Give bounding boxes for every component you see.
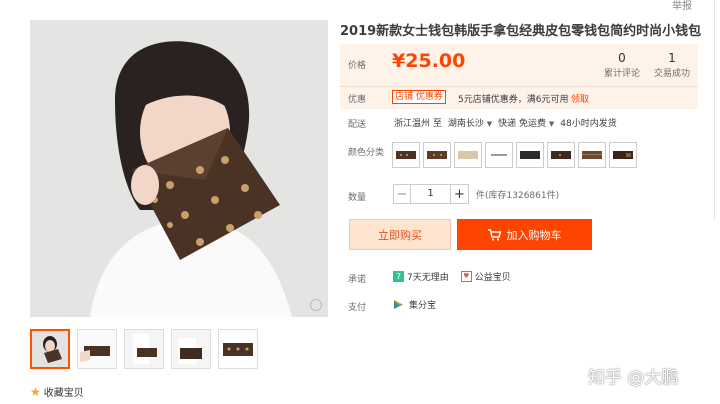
thumbnail-5[interactable] xyxy=(218,329,258,369)
star-icon: ★ xyxy=(30,384,41,399)
quantity-input[interactable]: 1 xyxy=(411,184,451,204)
review-count-label: 累计评论 xyxy=(603,69,640,79)
shipping-label: 配送 xyxy=(348,120,367,130)
charity-label[interactable]: 公益宝贝 xyxy=(475,270,511,283)
quantity-minus-button[interactable]: − xyxy=(393,184,411,204)
chevron-down-icon: ▼ xyxy=(486,120,493,128)
ship-method-selector[interactable]: 快递 免运费 ▼ xyxy=(498,116,554,129)
thumb-model-wallet-icon xyxy=(125,330,163,368)
thumbnail-2[interactable] xyxy=(77,329,117,369)
thumbnail-strip xyxy=(30,329,258,369)
coupon-badge: 店铺 优惠券 xyxy=(392,90,446,104)
review-count-number: 0 xyxy=(618,51,626,65)
page-divider xyxy=(714,0,720,220)
color-swatch-8[interactable] xyxy=(609,142,637,168)
wallet-black-icon xyxy=(520,151,540,159)
charity-heart-icon: ♥ xyxy=(460,271,472,282)
ship-from: 浙江温州 至 xyxy=(394,119,442,129)
favorite-button[interactable]: ★ 收藏宝贝 xyxy=(30,384,84,400)
seven-day-return[interactable]: 7天无理由 xyxy=(407,270,449,283)
cart-icon xyxy=(487,228,501,241)
add-to-cart-button[interactable]: 加入购物车 xyxy=(457,219,592,250)
payment-info: 集分宝 xyxy=(393,298,436,311)
stock-text: 件(库存1326861件) xyxy=(476,191,560,201)
ship-eta: 48小时内发货 xyxy=(560,119,617,129)
wallet-brown-icon xyxy=(427,151,447,159)
ship-method: 快递 免运费 xyxy=(498,119,547,129)
report-link[interactable]: 举报 xyxy=(672,0,692,12)
color-swatch-6[interactable] xyxy=(547,142,575,168)
color-swatch-1[interactable] xyxy=(392,142,420,168)
color-swatch-7[interactable] xyxy=(578,142,606,168)
thumbnail-4[interactable] xyxy=(171,329,211,369)
promo-label: 优惠 xyxy=(348,95,367,105)
payment-label: 支付 xyxy=(348,303,367,313)
review-count[interactable]: 0 累计评论 xyxy=(602,51,642,79)
thumb-hand-wallet-icon xyxy=(78,330,116,368)
jifenbao-icon xyxy=(394,300,403,309)
color-swatch-5[interactable] xyxy=(516,142,544,168)
quantity-stepper: − 1 + xyxy=(393,184,469,204)
promo-text: 5元店铺优惠券，满6元可用 xyxy=(458,95,569,105)
price-divider xyxy=(340,86,698,87)
buy-now-button[interactable]: 立即购买 xyxy=(349,219,451,250)
promise-label: 承诺 xyxy=(348,275,367,285)
watermark-text: 知乎 @大鹏 xyxy=(588,368,679,388)
ship-to-selector[interactable]: 湖南长沙 ▼ xyxy=(448,116,492,129)
seven-day-icon: 7 xyxy=(393,271,404,282)
price-label: 价格 xyxy=(348,61,367,71)
color-label: 颜色分类 xyxy=(348,148,385,158)
color-swatch-3[interactable] xyxy=(454,142,482,168)
price-panel: 价格 ¥25.00 0 累计评论 1 交易成功 优惠 店铺 优惠券 5元店铺优惠… xyxy=(340,44,698,109)
color-swatch-2[interactable] xyxy=(423,142,451,168)
add-to-cart-label: 加入购物车 xyxy=(506,228,562,242)
favorite-label: 收藏宝贝 xyxy=(43,388,84,399)
product-title: 2019新款女士钱包韩版手拿包经典皮包零钱包简约时尚小钱包 xyxy=(340,24,702,39)
wallet-white-icon xyxy=(491,154,507,156)
chevron-down-icon: ▼ xyxy=(548,120,555,128)
sales-count: 1 交易成功 xyxy=(652,51,692,79)
thumb-model-icon xyxy=(32,331,68,367)
product-photo-icon xyxy=(30,20,328,317)
color-swatches xyxy=(392,142,637,168)
quantity-label: 数量 xyxy=(348,193,367,203)
wallet-check-icon xyxy=(582,151,602,159)
thumbnail-3[interactable] xyxy=(124,329,164,369)
wallet-darkbrown-icon xyxy=(613,151,633,159)
thumb-wallet-icon xyxy=(219,330,257,368)
wallet-brown-icon xyxy=(396,151,416,159)
shipping-info: 浙江温州 至 湖南长沙 ▼ 快递 免运费 ▼ 48小时内发货 xyxy=(394,116,617,129)
zoom-icon[interactable] xyxy=(310,299,322,311)
wallet-brown-icon xyxy=(551,151,571,159)
thumbnail-1[interactable] xyxy=(30,329,70,369)
color-swatch-4[interactable] xyxy=(485,142,513,168)
main-product-image[interactable] xyxy=(30,20,328,317)
get-coupon-link[interactable]: 领取 xyxy=(571,92,589,105)
payment-method[interactable]: 集分宝 xyxy=(409,298,436,311)
buy-now-label: 立即购买 xyxy=(378,228,422,242)
promise-info: 7 7天无理由 ♥ 公益宝贝 xyxy=(393,270,511,283)
thumb-clutch-icon xyxy=(172,330,210,368)
sales-count-number: 1 xyxy=(668,51,676,65)
wallet-beige-icon xyxy=(458,151,478,159)
ship-to: 湖南长沙 xyxy=(447,119,484,129)
sales-count-label: 交易成功 xyxy=(653,69,690,79)
quantity-plus-button[interactable]: + xyxy=(451,184,469,204)
price-value: ¥25.00 xyxy=(392,50,466,72)
